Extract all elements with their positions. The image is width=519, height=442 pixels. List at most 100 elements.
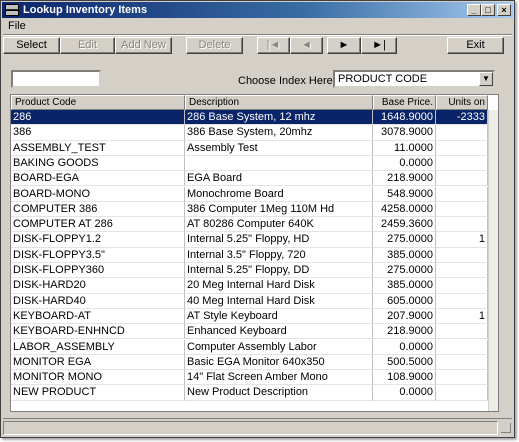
- base-price-cell: 385.0000: [373, 278, 436, 294]
- table-row[interactable]: COMPUTER AT 286 AT 80286 Computer 640K 245…: [11, 217, 488, 233]
- units-cell: [436, 263, 488, 279]
- first-record-button[interactable]: |◄: [257, 37, 290, 54]
- units-cell: [436, 324, 488, 340]
- table-row[interactable]: 386 386 Base System, 20mhz 3078.9000: [11, 125, 488, 141]
- units-cell: [436, 186, 488, 202]
- table-row[interactable]: ASSEMBLY_TEST Assembly Test 11.0000: [11, 140, 488, 156]
- product-code-cell: COMPUTER AT 286: [11, 217, 185, 233]
- base-price-cell: 108.9000: [373, 370, 436, 386]
- units-cell: [436, 293, 488, 309]
- window-title: Lookup Inventory Items: [23, 4, 148, 16]
- table-row[interactable]: DISK-FLOPPY3.5" Internal 3.5" Floppy, 720…: [11, 247, 488, 263]
- exit-button[interactable]: Exit: [447, 37, 504, 54]
- description-cell: Computer Assembly Labor: [185, 339, 373, 355]
- table-row[interactable]: MONITOR MONO 14" Flat Screen Amber Mono 10…: [11, 370, 488, 386]
- table-row[interactable]: BAKING GOODS 0.0000: [11, 155, 488, 172]
- table-row[interactable]: KEYBOARD-ENHNCD Enhanced Keyboard 218.9000: [11, 324, 488, 340]
- base-price-cell: 0.0000: [373, 339, 436, 355]
- product-code-cell: KEYBOARD-ENHNCD: [11, 324, 185, 340]
- table-row[interactable]: BOARD-EGA EGA Board 218.9000: [11, 171, 488, 187]
- resize-grip-icon[interactable]: [501, 423, 511, 433]
- menu-file[interactable]: File: [8, 20, 26, 32]
- select-button[interactable]: Select: [3, 37, 60, 54]
- search-input[interactable]: [11, 70, 101, 88]
- add-new-button[interactable]: Add New: [115, 37, 172, 54]
- last-record-button[interactable]: ►|: [361, 37, 397, 54]
- description-cell: AT Style Keyboard: [185, 308, 373, 325]
- close-button[interactable]: ×: [497, 4, 511, 16]
- description-cell: 386 Base System, 20mhz: [185, 125, 373, 141]
- table-row[interactable]: DISK-FLOPPY1.2 Internal 5.25" Floppy, HD 2…: [11, 232, 488, 248]
- base-price-cell: 218.9000: [373, 171, 436, 187]
- product-code-cell: COMPUTER 386: [11, 201, 185, 218]
- base-price-cell: 275.0000: [373, 263, 436, 279]
- product-code-cell: NEW PRODUCT: [11, 385, 185, 401]
- table-row[interactable]: LABOR_ASSEMBLY Computer Assembly Labor 0.0…: [11, 339, 488, 355]
- column-header-product-code[interactable]: Product Code: [11, 95, 185, 110]
- chevron-down-icon[interactable]: ▼: [479, 72, 493, 86]
- units-cell: [436, 247, 488, 263]
- status-bar: [3, 418, 512, 435]
- table-row[interactable]: DISK-HARD20 20 Meg Internal Hard Disk 385.…: [11, 278, 488, 294]
- lookup-inventory-window: ▬▬ Lookup Inventory Items _ □ × File Sel…: [0, 0, 515, 438]
- units-cell: [436, 278, 488, 294]
- base-price-cell: 605.0000: [373, 293, 436, 309]
- units-cell: [436, 370, 488, 386]
- next-record-button[interactable]: ►: [327, 37, 361, 54]
- base-price-cell: 3078.9000: [373, 125, 436, 141]
- table-row[interactable]: DISK-HARD40 40 Meg Internal Hard Disk 605.…: [11, 293, 488, 309]
- product-code-cell: DISK-FLOPPY360: [11, 263, 185, 279]
- units-cell: [436, 140, 488, 156]
- units-cell: [436, 354, 488, 371]
- units-cell: [436, 217, 488, 233]
- product-code-cell: ASSEMBLY_TEST: [11, 140, 185, 156]
- table-row[interactable]: DISK-FLOPPY360 Internal 5.25" Floppy, DD 2…: [11, 263, 488, 279]
- description-cell: Basic EGA Monitor 640x350: [185, 354, 373, 371]
- description-cell: Internal 5.25" Floppy, DD: [185, 263, 373, 279]
- base-price-cell: 218.9000: [373, 324, 436, 340]
- table-row[interactable]: KEYBOARD-AT AT Style Keyboard 207.9000 1: [11, 308, 488, 325]
- product-code-cell: MONITOR MONO: [11, 370, 185, 386]
- units-cell: [436, 125, 488, 141]
- minimize-button[interactable]: _: [467, 4, 481, 16]
- base-price-cell: 275.0000: [373, 232, 436, 248]
- table-row[interactable]: MONITOR EGA Basic EGA Monitor 640x350 500.…: [11, 354, 488, 371]
- product-code-cell: MONITOR EGA: [11, 354, 185, 371]
- toolbar-divider: [3, 34, 512, 36]
- maximize-button[interactable]: □: [481, 4, 495, 16]
- column-header-base-price[interactable]: Base Price.: [373, 95, 436, 110]
- previous-record-button[interactable]: ◄: [290, 37, 323, 54]
- table-row[interactable]: 286 286 Base System, 12 mhz 1648.9000 -2333: [11, 110, 488, 126]
- column-header-description[interactable]: Description: [185, 95, 373, 110]
- description-cell: 14" Flat Screen Amber Mono: [185, 370, 373, 386]
- base-price-cell: 1648.9000: [373, 110, 436, 126]
- vertical-scrollbar[interactable]: [488, 110, 498, 411]
- base-price-cell: 385.0000: [373, 247, 436, 263]
- description-cell: Internal 5.25" Floppy, HD: [185, 232, 373, 248]
- status-pane: [3, 421, 498, 435]
- app-icon[interactable]: ▬▬: [5, 4, 19, 16]
- edit-button[interactable]: Edit: [60, 37, 115, 54]
- product-code-cell: DISK-FLOPPY3.5": [11, 247, 185, 263]
- table-row[interactable]: COMPUTER 386 386 Computer 1Meg 110M Hd 425…: [11, 201, 488, 218]
- product-code-cell: BOARD-MONO: [11, 186, 185, 202]
- delete-button[interactable]: Delete: [186, 37, 243, 54]
- description-cell: Assembly Test: [185, 140, 373, 156]
- inventory-grid[interactable]: Product Code Description Base Price. Uni…: [10, 94, 499, 412]
- description-cell: 40 Meg Internal Hard Disk: [185, 293, 373, 309]
- description-cell: New Product Description: [185, 385, 373, 401]
- product-code-cell: BAKING GOODS: [11, 155, 185, 172]
- base-price-cell: 2459.3600: [373, 217, 436, 233]
- product-code-cell: DISK-HARD40: [11, 293, 185, 309]
- title-bar[interactable]: ▬▬ Lookup Inventory Items _ □ ×: [2, 2, 513, 18]
- description-cell: Enhanced Keyboard: [185, 324, 373, 340]
- table-row[interactable]: BOARD-MONO Monochrome Board 548.9000: [11, 186, 488, 202]
- product-code-cell: KEYBOARD-AT: [11, 308, 185, 325]
- index-select[interactable]: PRODUCT CODE ▼: [333, 70, 495, 88]
- column-header-units[interactable]: Units on: [436, 95, 488, 110]
- description-cell: Monochrome Board: [185, 186, 373, 202]
- units-cell: [436, 201, 488, 218]
- table-row[interactable]: NEW PRODUCT New Product Description 0.0000: [11, 385, 488, 401]
- units-cell: -2333: [436, 110, 488, 126]
- product-code-cell: 386: [11, 125, 185, 141]
